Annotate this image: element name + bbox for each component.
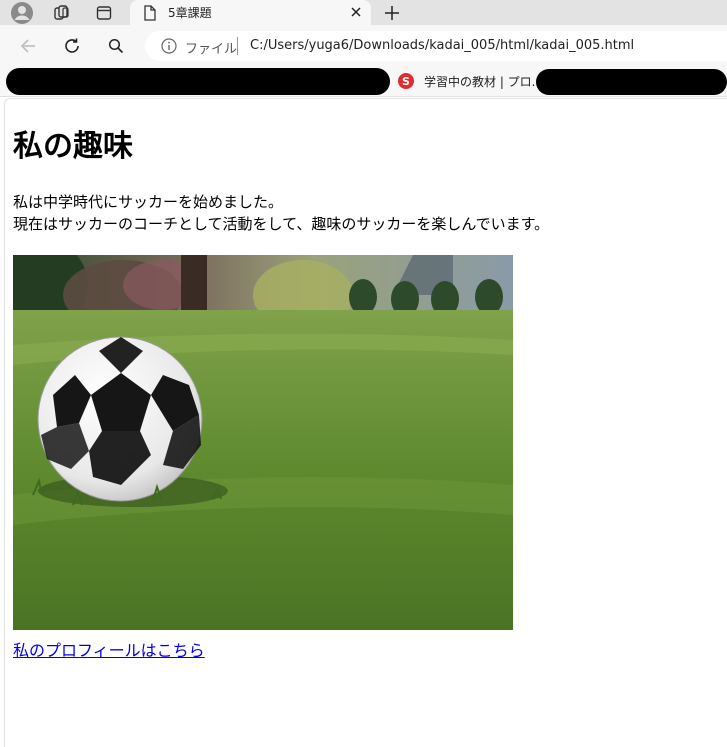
tab-close-button[interactable] <box>346 2 366 22</box>
tab-strip: 5章課題 <box>0 0 727 27</box>
back-button[interactable] <box>14 32 42 60</box>
profile-icon <box>11 1 33 24</box>
profile-button[interactable] <box>8 0 36 25</box>
redacted-bookmarks-right <box>536 69 727 95</box>
intro-paragraph: 私は中学時代にサッカーを始めました。 現在はサッカーのコーチとして活動をして、趣… <box>13 191 549 235</box>
search-icon <box>108 38 124 54</box>
tab-actions-button[interactable] <box>90 0 118 25</box>
tab-title: 5章課題 <box>168 6 212 20</box>
bookmark-label: 学習中の教材 | プロ... <box>424 74 544 89</box>
plus-icon <box>385 5 399 20</box>
address-bar[interactable]: ファイル C:/Users/yuga6/Downloads/kadai_005/… <box>145 31 727 61</box>
workspaces-button[interactable] <box>48 0 76 25</box>
soccer-ball-image <box>13 255 513 630</box>
paragraph-line-1: 私は中学時代にサッカーを始めました。 <box>13 193 284 211</box>
browser-toolbar: ファイル C:/Users/yuga6/Downloads/kadai_005/… <box>0 25 727 65</box>
reload-button[interactable] <box>58 32 86 60</box>
bookmarks-bar: S 学習中の教材 | プロ... <box>0 65 727 97</box>
redacted-bookmarks-left <box>6 68 390 95</box>
bookmark-item[interactable]: S 学習中の教材 | プロ... <box>398 71 543 91</box>
profile-link[interactable]: 私のプロフィールはこちら <box>13 637 205 661</box>
soccer-ball-photo <box>13 255 513 630</box>
search-button[interactable] <box>102 32 130 60</box>
page-title: 私の趣味 <box>13 129 133 164</box>
page-content: 私の趣味 私は中学時代にサッカーを始めました。 現在はサッカーのコーチとして活動… <box>4 98 727 747</box>
reload-icon <box>65 38 79 53</box>
address-scheme-label: ファイル <box>185 42 238 57</box>
workspaces-icon <box>54 4 69 20</box>
document-icon <box>144 5 156 21</box>
paragraph-line-2: 現在はサッカーのコーチとして活動をして、趣味のサッカーを楽しんでいます。 <box>13 215 550 233</box>
samurai-logo-icon: S <box>398 73 414 89</box>
address-separator <box>237 37 238 55</box>
tab-active[interactable]: 5章課題 <box>130 0 371 27</box>
arrow-left-icon <box>20 39 35 53</box>
tab-actions-icon <box>96 5 112 20</box>
new-tab-button[interactable] <box>380 0 404 25</box>
address-url[interactable]: C:/Users/yuga6/Downloads/kadai_005/html/… <box>250 38 634 53</box>
info-icon[interactable] <box>161 38 177 54</box>
close-icon <box>351 7 361 17</box>
